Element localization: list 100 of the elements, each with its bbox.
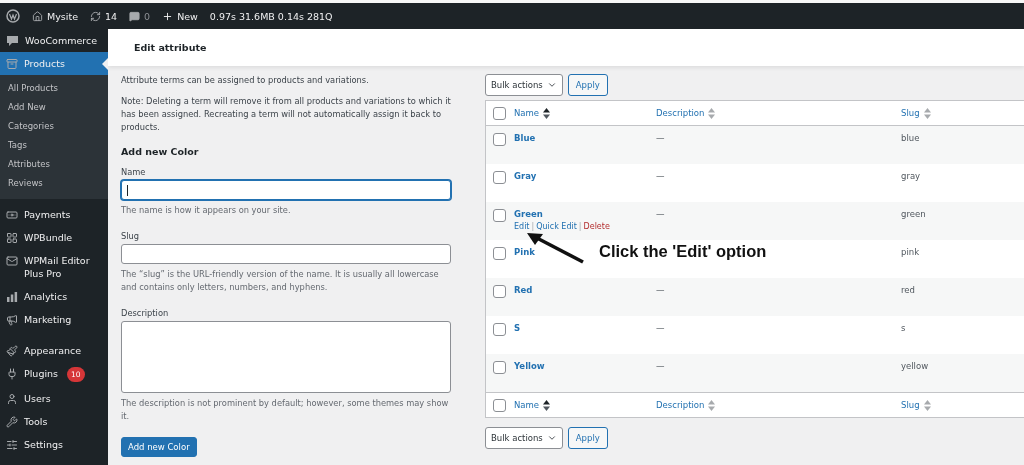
add-button[interactable]: Add new Color (121, 437, 197, 457)
plug-icon (6, 368, 18, 380)
column-header[interactable]: Name (514, 107, 656, 119)
apply-button[interactable]: Apply (567, 74, 608, 96)
comment-count: 0 (144, 10, 151, 22)
table-cell: s (901, 323, 906, 333)
bulk-actions-dropdown[interactable]: Bulk actions (485, 74, 563, 96)
table-cell: blue (901, 133, 920, 143)
bar-chart-icon (6, 291, 18, 303)
paintbrush-icon (6, 345, 18, 357)
menu-item[interactable]: WPBundle (0, 226, 108, 249)
megaphone-icon (6, 314, 18, 326)
grid-icon (6, 232, 18, 244)
term-name-link[interactable]: Yellow (514, 361, 545, 371)
mail-icon (6, 255, 18, 267)
field-label: Name (121, 167, 147, 177)
submenu-item[interactable]: Categories (0, 117, 108, 136)
banknote-icon (6, 209, 18, 221)
input-field[interactable] (121, 180, 451, 200)
field-hint: The “slug” is the URL-friendly version of the name. It is usually all lowercase and contains only letters, numbers, and hyphens. (121, 268, 440, 294)
table-cell: red (901, 285, 915, 295)
submenu-item[interactable]: Add New (0, 98, 108, 117)
comment-icon (129, 10, 141, 22)
wrench-icon (6, 416, 18, 428)
checkbox[interactable] (493, 323, 506, 336)
input-field[interactable] (121, 244, 451, 264)
separator: | (531, 222, 535, 231)
updates-link[interactable]: 14 (90, 10, 118, 22)
field-label: Description (121, 308, 170, 318)
table-cell: gray (901, 171, 921, 181)
checkbox[interactable] (493, 133, 506, 146)
plus-icon (162, 10, 174, 22)
menu-item[interactable]: Payments (0, 203, 108, 226)
table-cell: pink (901, 247, 920, 257)
menu-item[interactable]: Analytics (0, 285, 108, 308)
menu-item[interactable]: Tools (0, 410, 108, 433)
term-name-link[interactable]: Blue (514, 133, 536, 143)
menu-item[interactable]: WooCommerce (0, 29, 108, 52)
menu-item[interactable]: Products (0, 52, 108, 75)
table-cell: — (656, 171, 665, 181)
query-stats[interactable]: 0.97s 31.6MB 0.14s 281Q (209, 10, 333, 22)
intro-text: Note: Deleting a term will remove it from all products and variations to which it has been assigned. Recreating a term will not automatically assign it back to products. (121, 95, 452, 134)
field-label: Slug (121, 231, 141, 241)
menu-item[interactable]: Settings (0, 433, 108, 456)
column-header[interactable]: Name (514, 399, 656, 411)
field-hint: The description is not prominent by default; however, some themes may show it. (121, 397, 450, 423)
user-icon (6, 393, 18, 405)
checkbox[interactable] (493, 361, 506, 374)
chevron-down-icon (546, 80, 557, 90)
term-name-link[interactable]: Red (514, 285, 533, 295)
delete-link[interactable]: Delete (583, 222, 610, 231)
menu-item[interactable]: WPMail Editor Plus Pro (0, 249, 108, 285)
annotation-text: Click the 'Edit' option (599, 242, 767, 261)
table-cell: green (901, 209, 926, 219)
checkbox[interactable] (493, 398, 506, 412)
settings-icon (6, 439, 18, 451)
menu-item[interactable]: Users (0, 387, 108, 410)
term-name-link[interactable]: Green (514, 209, 543, 219)
column-header[interactable]: Slug (901, 399, 1024, 411)
page-title: Edit attribute (134, 42, 207, 53)
site-link[interactable]: Mysite (32, 10, 78, 22)
checkbox[interactable] (493, 106, 506, 120)
action-link[interactable]: Quick Edit (536, 222, 577, 231)
new-link[interactable]: New (162, 10, 198, 22)
table-cell: — (656, 133, 665, 143)
intro-text: Attribute terms can be assigned to products and variations. (121, 74, 370, 87)
field-hint: The name is how it appears on your site. (121, 204, 292, 217)
term-name-link[interactable]: S (514, 323, 521, 333)
column-header[interactable]: Description (656, 107, 901, 119)
column-header[interactable]: Description (656, 399, 901, 411)
table-cell: — (656, 285, 665, 295)
checkbox[interactable] (493, 209, 506, 222)
logo-icon[interactable] (6, 9, 20, 23)
table-cell: — (656, 361, 665, 371)
home-icon (32, 10, 43, 22)
table-cell: yellow (901, 361, 929, 371)
chevron-down-icon (546, 433, 557, 443)
term-name-link[interactable]: Gray (514, 171, 537, 181)
separator: | (578, 222, 582, 231)
textarea-field[interactable] (121, 321, 451, 393)
column-header[interactable]: Slug (901, 107, 1024, 119)
box-icon (6, 58, 18, 70)
table-cell: — (656, 323, 665, 333)
table-cell: — (656, 209, 665, 219)
checkbox[interactable] (493, 285, 506, 298)
action-link[interactable]: Edit (514, 222, 530, 231)
refresh-icon (90, 10, 101, 22)
bulk-actions-dropdown[interactable]: Bulk actions (485, 427, 563, 449)
checkbox[interactable] (493, 247, 506, 260)
submenu-item[interactable]: All Products (0, 79, 108, 98)
submenu-item[interactable]: Attributes (0, 155, 108, 174)
submenu-item[interactable]: Reviews (0, 174, 108, 193)
comments-link[interactable]: 0 (129, 10, 151, 22)
apply-button[interactable]: Apply (567, 427, 608, 449)
term-name-link[interactable]: Pink (514, 247, 535, 257)
form-heading: Add new Color (121, 146, 200, 157)
menu-item[interactable]: Marketing (0, 308, 108, 331)
submenu-item[interactable]: Tags (0, 136, 108, 155)
menu-item[interactable]: Appearance (0, 339, 108, 362)
checkbox[interactable] (493, 171, 506, 184)
